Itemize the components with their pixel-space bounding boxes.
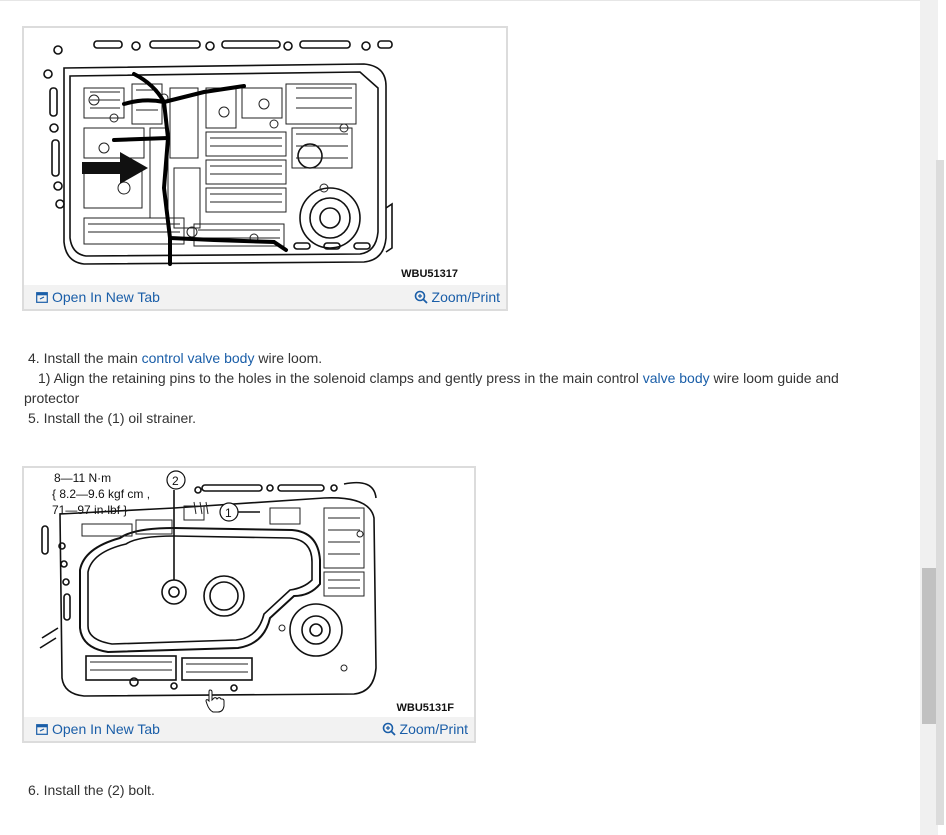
zoom-print-label: Zoom/Print xyxy=(431,289,500,305)
scrollbar-thumb[interactable] xyxy=(922,568,936,724)
callout-1: 1 xyxy=(225,506,232,520)
step-4-suffix: wire loom. xyxy=(254,350,323,366)
open-in-new-tab-icon xyxy=(36,723,48,735)
figure-wire-loom: WBU51317 Open In New Tab Zoom/Print xyxy=(22,26,508,311)
zoom-print-button[interactable]: Zoom/Print xyxy=(414,289,500,305)
figure-footer: Open In New Tab Zoom/Print xyxy=(24,717,474,741)
hand-cursor-icon xyxy=(205,689,225,713)
figure-code: WBU5131F xyxy=(396,702,454,714)
zoom-print-button[interactable]: Zoom/Print xyxy=(382,721,468,737)
figure-oil-strainer: 8—11 N·m { 8.2—9.6 kgf cm , 71—97 in·lbf… xyxy=(22,466,476,743)
figure-footer: Open In New Tab Zoom/Print xyxy=(24,285,506,309)
step-5: 5. Install the (1) oil strainer. xyxy=(28,410,197,426)
torque-label-2: { 8.2—9.6 kgf cm , xyxy=(52,487,150,501)
open-in-new-tab-button[interactable]: Open In New Tab xyxy=(36,721,160,737)
zoom-magnifier-icon xyxy=(382,722,396,736)
callout-2: 2 xyxy=(172,474,179,488)
scrollbar-track-inner xyxy=(936,160,944,825)
figure-code: WBU51317 xyxy=(401,268,458,280)
step-6: 6. Install the (2) bolt. xyxy=(28,782,155,798)
open-in-new-tab-label: Open In New Tab xyxy=(52,289,160,305)
torque-label-1: 8—11 N·m xyxy=(54,471,111,485)
open-in-new-tab-label: Open In New Tab xyxy=(52,721,160,737)
valve-body-link[interactable]: valve body xyxy=(643,370,710,386)
torque-label-3: 71—97 in·lbf } xyxy=(52,503,127,517)
step-4-substep-1: 1) Align the retaining pins to the holes… xyxy=(24,368,874,408)
step-4: 4. Install the main control valve body w… xyxy=(28,348,322,368)
open-in-new-tab-button[interactable]: Open In New Tab xyxy=(36,289,160,305)
valve-body-wire-loom-diagram xyxy=(43,40,393,266)
substep-text: 1) Align the retaining pins to the holes… xyxy=(38,370,643,386)
pointer-arrow-icon xyxy=(82,152,148,184)
zoom-print-label: Zoom/Print xyxy=(399,721,468,737)
zoom-magnifier-icon xyxy=(414,290,428,304)
open-in-new-tab-icon xyxy=(36,291,48,303)
top-divider xyxy=(0,0,920,1)
step-4-text: 4. Install the main xyxy=(28,350,142,366)
oil-strainer-diagram: 8—11 N·m { 8.2—9.6 kgf cm , 71—97 in·lbf… xyxy=(39,470,377,713)
control-valve-body-link[interactable]: control valve body xyxy=(142,350,255,366)
